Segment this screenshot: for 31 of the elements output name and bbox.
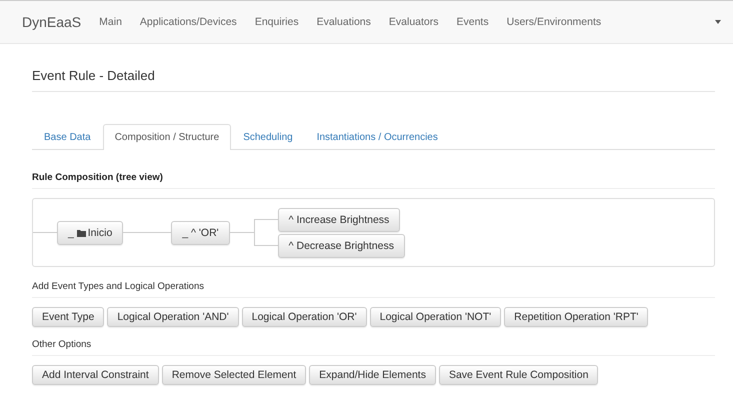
- tree-node[interactable]: _ ^ 'OR': [171, 220, 230, 244]
- tab[interactable]: Instantiations / Ocurrencies: [304, 124, 450, 150]
- nav-link[interactable]: Evaluators: [388, 16, 438, 28]
- section-heading: Rule Composition (tree view): [32, 172, 164, 183]
- nav-link[interactable]: Users/Environments: [506, 16, 602, 28]
- page-title: Event Rule - Detailed: [32, 68, 156, 83]
- tab[interactable]: Scheduling: [231, 124, 305, 150]
- tab[interactable]: Base Data: [32, 124, 103, 150]
- nav-link[interactable]: Events: [456, 16, 489, 28]
- tree-node[interactable]: _ Inicio: [57, 220, 124, 244]
- nav-link[interactable]: Enquiries: [254, 16, 299, 28]
- nav-link[interactable]: Applications/Devices: [140, 16, 237, 28]
- option-button[interactable]: Save Event Rule Composition: [438, 365, 598, 385]
- section-label: Other Options: [32, 339, 92, 350]
- tab[interactable]: Composition / Structure: [102, 124, 232, 150]
- option-button[interactable]: Add Interval Constraint: [32, 365, 159, 385]
- add-button[interactable]: Event Type: [32, 307, 104, 327]
- option-button[interactable]: Remove Selected Element: [162, 365, 306, 385]
- add-button[interactable]: Logical Operation 'OR': [242, 307, 367, 327]
- brand-logo[interactable]: DynEaaS: [22, 14, 82, 30]
- nav-link[interactable]: Evaluations: [316, 16, 371, 28]
- add-button[interactable]: Logical Operation 'NOT': [370, 307, 502, 327]
- tree-node[interactable]: ^ Increase Brightness: [278, 208, 400, 232]
- add-button[interactable]: Logical Operation 'AND': [107, 307, 239, 327]
- nav-link[interactable]: Main: [99, 16, 122, 28]
- tree-node[interactable]: ^ Decrease Brightness: [278, 234, 405, 258]
- option-button[interactable]: Expand/Hide Elements: [309, 365, 436, 385]
- add-button[interactable]: Repetition Operation 'RPT': [504, 307, 648, 327]
- folder-icon: [76, 228, 87, 236]
- caret-icon[interactable]: [715, 20, 721, 24]
- section-label: Add Event Types and Logical Operations: [32, 281, 205, 292]
